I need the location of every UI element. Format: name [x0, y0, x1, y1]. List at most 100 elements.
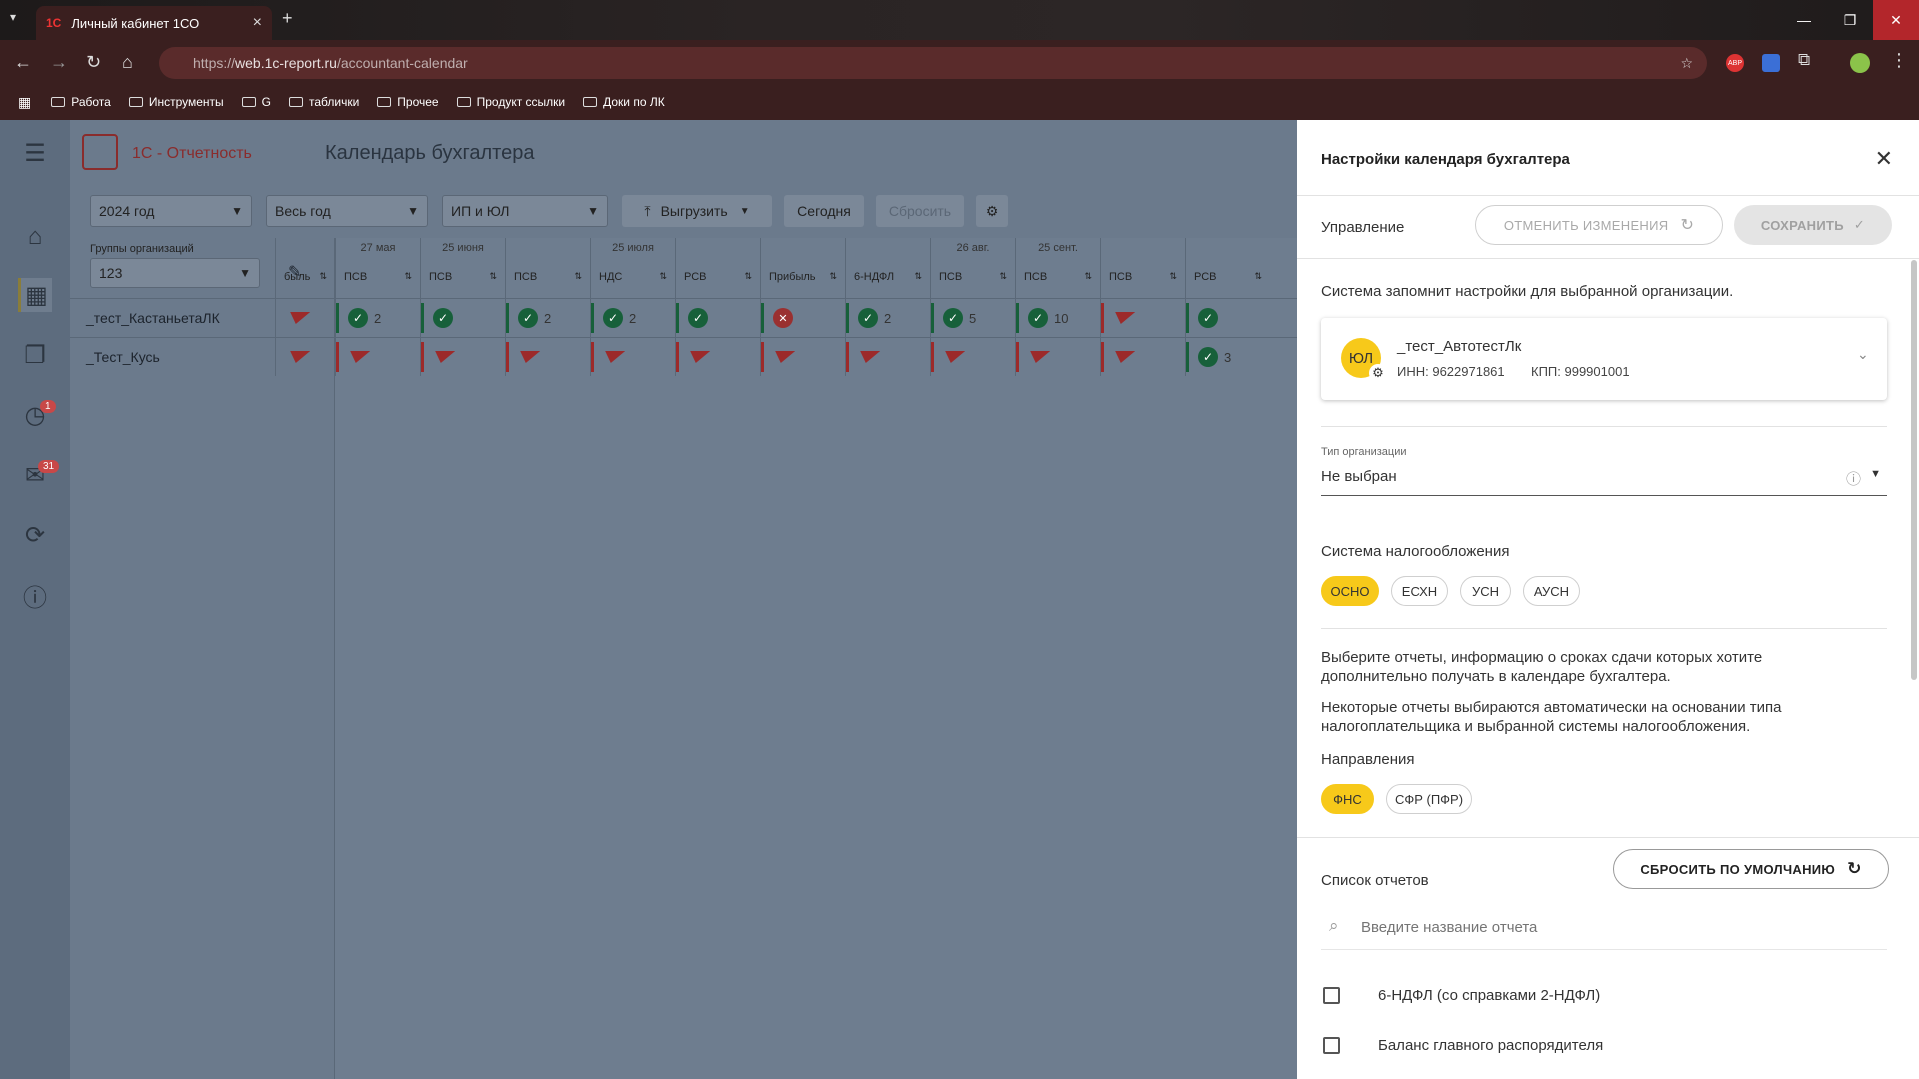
calendar-cell[interactable]	[275, 299, 335, 337]
column-header[interactable]: РСВ ⇅	[1185, 238, 1270, 298]
tab-search-icon[interactable]: ▾	[10, 10, 16, 24]
column-header[interactable]: 25 июля НДС ⇅	[590, 238, 675, 298]
column-header[interactable]: ПСВ ⇅	[505, 238, 590, 298]
table-row[interactable]: _Тест_Кусь ✓ 3	[70, 337, 1300, 376]
scrollbar[interactable]	[1911, 260, 1917, 680]
org-name[interactable]: _Тест_Кусь	[86, 349, 160, 365]
column-header[interactable]: 25 сент. ПСВ ⇅	[1015, 238, 1100, 298]
hamburger-icon[interactable]: ☰	[18, 136, 52, 170]
period-select[interactable]: Весь год ▼	[266, 195, 428, 227]
sort-icon[interactable]: ⇅	[489, 271, 497, 283]
bookmark-folder[interactable]: Доки по ЛК	[583, 95, 665, 109]
calendar-cell[interactable]: ✓	[1185, 299, 1270, 337]
home-nav-icon[interactable]: ⌂	[18, 220, 52, 254]
sort-icon[interactable]: ⇅	[999, 271, 1007, 283]
help-nav-icon[interactable]: ⓘ	[18, 578, 52, 612]
calendar-cell[interactable]	[1100, 299, 1185, 337]
window-close-icon[interactable]: ✕	[1873, 0, 1919, 40]
sort-icon[interactable]: ⇅	[914, 271, 922, 283]
cancel-changes-button[interactable]: ОТМЕНИТЬ ИЗМЕНЕНИЯ ↻	[1475, 205, 1723, 245]
back-icon[interactable]: ←	[14, 52, 32, 73]
calendar-cell[interactable]: ✓	[675, 299, 760, 337]
org-name[interactable]: _тест_КастаньетаЛК	[86, 310, 220, 326]
report-search-input[interactable]	[1361, 914, 1861, 940]
extension-translate-icon[interactable]	[1762, 54, 1780, 72]
bookmark-star-icon[interactable]: ☆	[1680, 55, 1693, 72]
sort-icon[interactable]: ⇅	[744, 271, 752, 283]
calendar-cell[interactable]: ✓ 2	[845, 299, 930, 337]
report-checkbox[interactable]	[1323, 987, 1340, 1004]
sort-icon[interactable]: ⇅	[574, 271, 582, 283]
calendar-cell[interactable]: ✓ 2	[505, 299, 590, 337]
sync-nav-icon[interactable]: ⟳	[18, 518, 52, 552]
bookmark-folder[interactable]: таблички	[289, 95, 359, 109]
home-icon[interactable]: ⌂	[122, 52, 133, 73]
save-button[interactable]: СОХРАНИТЬ ✓	[1734, 205, 1892, 245]
browser-tab[interactable]: 1С Личный кабинет 1СО ×	[36, 6, 272, 40]
forward-icon[interactable]: →	[50, 52, 68, 73]
sort-icon[interactable]: ⇅	[829, 271, 837, 283]
reset-default-button[interactable]: СБРОСИТЬ ПО УМОЛЧАНИЮ ↻	[1613, 849, 1889, 889]
tax-chip-usn[interactable]: УСН	[1460, 576, 1511, 606]
info-icon[interactable]: ⓘ	[1846, 468, 1861, 489]
settings-gear-icon[interactable]: ⚙	[976, 195, 1008, 227]
org-card[interactable]: ЮЛ ⚙ _тест_АвтотестЛк ИНН: 9622971861 КП…	[1321, 318, 1887, 400]
sort-icon[interactable]: ⇅	[1169, 271, 1177, 283]
calendar-cell[interactable]: ✓ 10	[1015, 299, 1100, 337]
column-header[interactable]: 6-НДФЛ ⇅	[845, 238, 930, 298]
documents-nav-icon[interactable]: ❐	[18, 338, 52, 372]
calendar-cell[interactable]	[1015, 338, 1100, 376]
direction-chip-sfr[interactable]: СФР (ПФР)	[1386, 784, 1472, 814]
minimize-icon[interactable]: —	[1781, 0, 1827, 40]
calendar-cell[interactable]: ✓ 5	[930, 299, 1015, 337]
tax-chip-ausn[interactable]: АУСН	[1523, 576, 1580, 606]
sort-icon[interactable]: ⇅	[1084, 271, 1092, 283]
calendar-cell[interactable]	[845, 338, 930, 376]
calendar-cell[interactable]	[590, 338, 675, 376]
chevron-down-icon[interactable]: ⌄	[1857, 346, 1869, 363]
profile-avatar[interactable]	[1850, 53, 1870, 73]
tax-chip-osno[interactable]: ОСНО	[1321, 576, 1379, 606]
org-type-select[interactable]: Не выбран ⓘ ▼	[1321, 460, 1887, 496]
logo-text[interactable]: 1С - Отчетность	[132, 145, 252, 163]
new-tab-icon[interactable]: +	[282, 8, 293, 29]
tab-close-icon[interactable]: ×	[253, 14, 262, 32]
sort-icon[interactable]: ⇅	[659, 271, 667, 283]
calendar-nav-icon[interactable]: ▦	[18, 278, 52, 312]
browser-menu-icon[interactable]: ⋮	[1890, 50, 1908, 71]
calendar-cell[interactable]: ✓ 2	[335, 299, 420, 337]
calendar-cell[interactable]	[675, 338, 760, 376]
calendar-cell[interactable]: ✓ 3	[1185, 338, 1270, 376]
bookmark-folder[interactable]: Прочее	[377, 95, 439, 109]
sort-icon[interactable]: ⇅	[319, 271, 327, 283]
column-header[interactable]: Прибыль ⇅	[760, 238, 845, 298]
column-header[interactable]: быль ⇅	[275, 238, 335, 298]
org-type-select[interactable]: ИП и ЮЛ ▼	[442, 195, 608, 227]
calendar-cell[interactable]	[275, 338, 335, 376]
calendar-cell[interactable]: ✓ 2	[590, 299, 675, 337]
sort-icon[interactable]: ⇅	[404, 271, 412, 283]
group-select[interactable]: 123 ▼	[90, 258, 260, 288]
column-header[interactable]: ПСВ ⇅	[1100, 238, 1185, 298]
bookmark-folder[interactable]: Работа	[51, 95, 111, 109]
reload-icon[interactable]: ↻	[86, 52, 101, 73]
url-field[interactable]: https://web.1c-report.ru/accountant-cale…	[159, 47, 1707, 79]
calendar-cell[interactable]	[335, 338, 420, 376]
column-header[interactable]: РСВ ⇅	[675, 238, 760, 298]
direction-chip-fns[interactable]: ФНС	[1321, 784, 1374, 814]
bookmark-folder[interactable]: Инструменты	[128, 95, 224, 109]
bookmark-folder[interactable]: Продукт ссылки	[456, 95, 565, 109]
column-header[interactable]: 27 мая ПСВ ⇅	[335, 238, 420, 298]
report-search[interactable]: ⌕	[1321, 904, 1887, 950]
export-button[interactable]: ⤒ Выгрузить ▼	[622, 195, 772, 227]
calendar-cell[interactable]	[1100, 338, 1185, 376]
bookmark-folder[interactable]: G	[241, 95, 271, 109]
calendar-cell[interactable]	[760, 338, 845, 376]
calendar-cell[interactable]	[420, 338, 505, 376]
calendar-cell[interactable]: ✓	[420, 299, 505, 337]
apps-icon[interactable]: ▦	[18, 94, 31, 111]
column-header[interactable]: 25 июня ПСВ ⇅	[420, 238, 505, 298]
table-row[interactable]: _тест_КастаньетаЛК ✓ 2 ✓ ✓ 2 ✓ 2 ✓ ✕ ✓ 2 ✓ 5 ✓ 10 ✓	[70, 298, 1300, 337]
calendar-cell[interactable]: ✕	[760, 299, 845, 337]
year-select[interactable]: 2024 год ▼	[90, 195, 252, 227]
